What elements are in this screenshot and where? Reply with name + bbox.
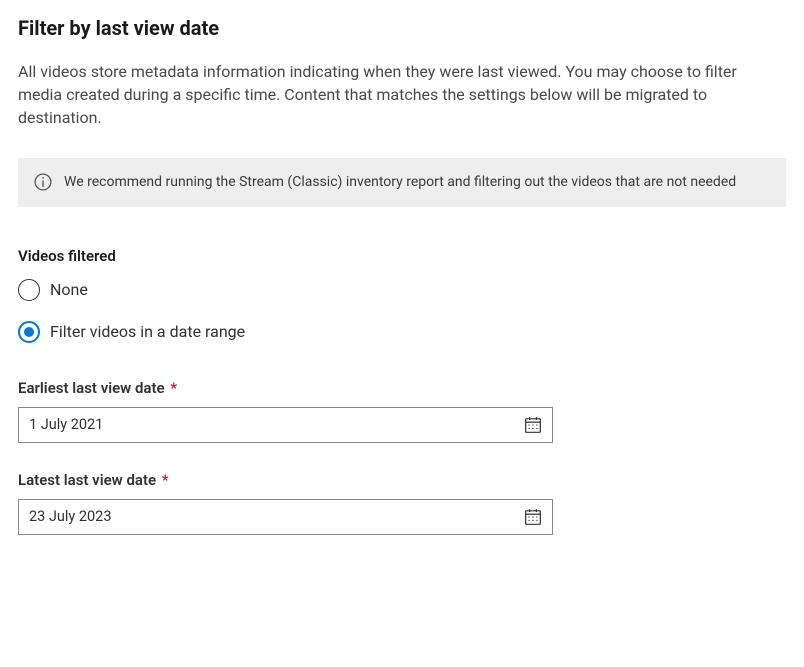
earliest-date-label-text: Earliest last view date xyxy=(18,379,165,397)
earliest-date-input[interactable] xyxy=(29,416,524,433)
radio-option-none[interactable]: None xyxy=(18,279,786,301)
page-title: Filter by last view date xyxy=(18,16,786,40)
latest-date-input-wrap[interactable] xyxy=(18,499,553,535)
latest-date-label-text: Latest last view date xyxy=(18,471,156,489)
radio-circle-icon xyxy=(18,321,40,343)
radio-label-none: None xyxy=(50,280,88,299)
info-banner: We recommend running the Stream (Classic… xyxy=(18,158,786,207)
calendar-icon[interactable] xyxy=(524,416,542,434)
latest-date-input[interactable] xyxy=(29,508,524,525)
videos-filtered-label: Videos filtered xyxy=(18,247,786,265)
latest-date-label: Latest last view date * xyxy=(18,471,786,489)
page-description: All videos store metadata information in… xyxy=(18,60,778,130)
info-banner-text: We recommend running the Stream (Classic… xyxy=(64,172,736,193)
required-marker: * xyxy=(170,379,177,397)
calendar-icon[interactable] xyxy=(524,508,542,526)
radio-circle-icon xyxy=(18,279,40,301)
videos-filtered-radio-group: None Filter videos in a date range xyxy=(18,279,786,343)
radio-option-date-range[interactable]: Filter videos in a date range xyxy=(18,321,786,343)
earliest-date-label: Earliest last view date * xyxy=(18,379,786,397)
required-marker: * xyxy=(162,471,169,489)
earliest-date-input-wrap[interactable] xyxy=(18,407,553,443)
info-icon xyxy=(34,173,52,191)
latest-date-field: Latest last view date * xyxy=(18,471,786,535)
radio-label-range: Filter videos in a date range xyxy=(50,322,245,341)
earliest-date-field: Earliest last view date * xyxy=(18,379,786,443)
